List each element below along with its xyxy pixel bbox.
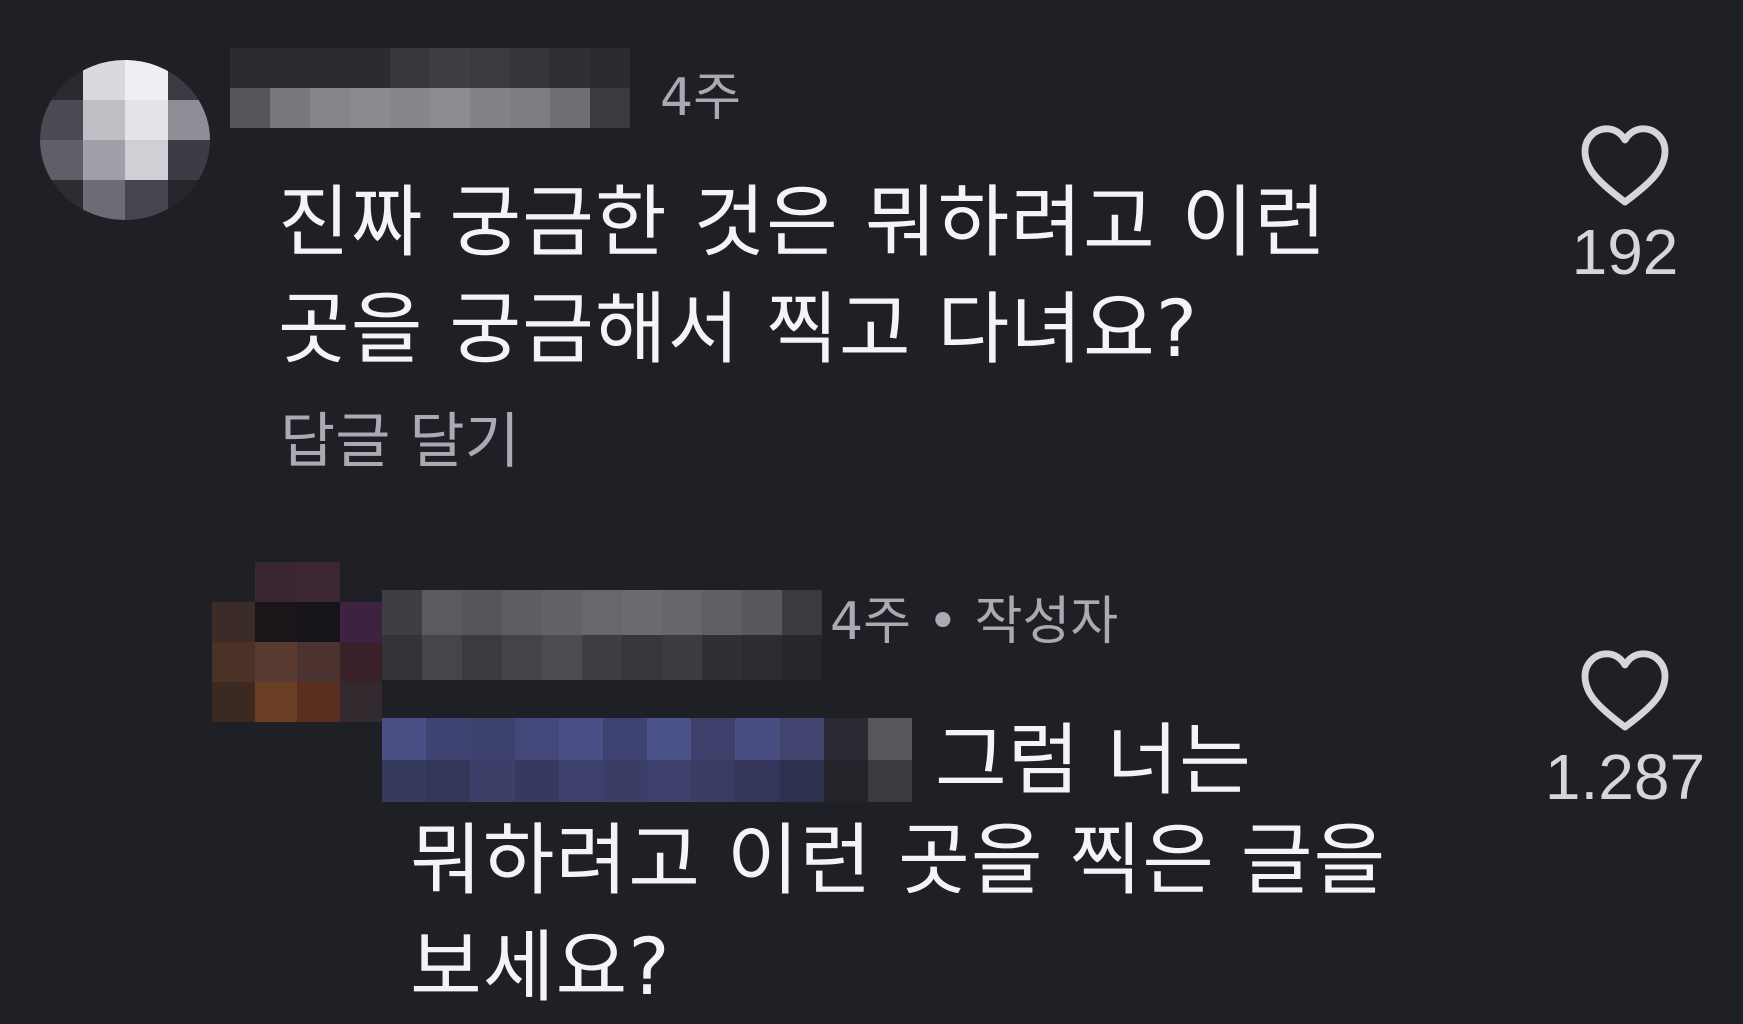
heart-outline-icon[interactable]	[1577, 120, 1673, 208]
like-count: 1.287	[1544, 741, 1706, 813]
author-badge: • 작성자	[927, 592, 1119, 652]
reply-timestamp: 4주 • 작성자	[830, 596, 1118, 648]
like-button[interactable]: 192	[1515, 120, 1735, 284]
reply-text: 뭐하려고 이런 곳을 찍은 글을 보세요?	[410, 816, 1387, 1013]
reply-text-first-line: 그럼 너는	[935, 716, 1252, 806]
avatar[interactable]	[212, 562, 382, 722]
username-redacted[interactable]	[382, 590, 822, 680]
reply-button[interactable]: 답글 달기	[280, 412, 520, 472]
like-count: 192	[1571, 216, 1679, 288]
avatar[interactable]	[40, 60, 210, 220]
heart-outline-icon[interactable]	[1577, 645, 1673, 733]
comment-text: 진짜 궁금한 것은 뭐하려고 이런 곳을 궁금해서 찍고 다녀요?	[278, 178, 1328, 375]
reply-time: 4주	[830, 592, 911, 652]
like-button[interactable]: 1.287	[1515, 645, 1735, 809]
comment-timestamp: 4주	[660, 68, 741, 128]
username-redacted[interactable]	[230, 48, 630, 128]
mention-redacted[interactable]	[382, 718, 912, 802]
